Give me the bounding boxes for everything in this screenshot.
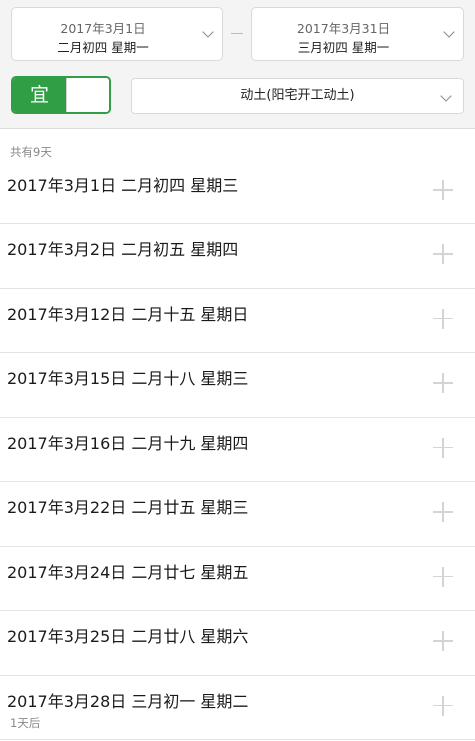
list-item[interactable]: 2017年3月12日 二月十五 星期日 xyxy=(0,289,475,353)
list-item[interactable]: 2017年3月24日 二月廿七 星期五 xyxy=(0,547,475,611)
result-list: 2017年3月1日 二月初四 星期三 2017年3月2日 二月初五 星期四 20… xyxy=(0,160,475,740)
chevron-down-icon xyxy=(443,26,455,38)
start-date-gregorian: 2017年3月1日 xyxy=(60,21,146,36)
end-date-picker[interactable]: 2017年3月31日 三月初四 星期一 xyxy=(251,7,464,61)
plus-icon[interactable] xyxy=(433,695,453,716)
list-item[interactable]: 2017年3月16日 二月十九 星期四 xyxy=(0,418,475,482)
list-item-date: 2017年3月24日 二月廿七 星期五 xyxy=(7,562,249,582)
toggle-label: 宜 xyxy=(13,78,66,112)
activity-value: 动土(阳宅开工动土) xyxy=(240,88,355,103)
list-item[interactable]: 2017年3月1日 二月初四 星期三 xyxy=(0,160,475,224)
list-item[interactable]: 2017年3月25日 二月廿八 星期六 xyxy=(0,611,475,676)
list-item-date: 2017年3月28日 三月初一 星期二 xyxy=(7,691,249,711)
start-date-lunar: 二月初四 星期一 xyxy=(57,40,149,55)
end-date-gregorian: 2017年3月31日 xyxy=(296,21,391,36)
end-date-lunar: 三月初四 星期一 xyxy=(297,40,390,55)
list-item[interactable]: 2017年3月22日 二月廿五 星期三 xyxy=(0,482,475,547)
toggle-knob xyxy=(66,78,109,112)
plus-icon[interactable] xyxy=(433,308,453,329)
yi-ji-toggle[interactable]: 宜 xyxy=(11,76,111,114)
list-item-date: 2017年3月22日 二月廿五 星期三 xyxy=(7,498,249,517)
chevron-down-icon xyxy=(202,26,214,38)
list-item-relative-day: 1天后 xyxy=(10,715,41,730)
list-item-date: 2017年3月16日 二月十九 星期四 xyxy=(7,433,249,453)
plus-icon[interactable] xyxy=(433,631,453,651)
list-item-date: 2017年3月1日 二月初四 星期三 xyxy=(7,176,239,195)
date-range-separator xyxy=(231,33,243,34)
list-item-date: 2017年3月2日 二月初五 星期四 xyxy=(7,240,239,259)
plus-icon[interactable] xyxy=(433,566,453,587)
activity-select[interactable]: 动土(阳宅开工动土) xyxy=(131,78,464,114)
plus-icon[interactable] xyxy=(433,502,453,522)
plus-icon[interactable] xyxy=(433,180,453,200)
list-item[interactable]: 2017年3月28日 三月初一 星期二 1天后 xyxy=(0,676,475,740)
list-item[interactable]: 2017年3月2日 二月初五 星期四 xyxy=(0,224,475,289)
list-item-date: 2017年3月15日 二月十八 星期三 xyxy=(7,369,249,388)
filter-panel: 2017年3月1日 二月初四 星期一 2017年3月31日 三月初四 星期一 宜… xyxy=(0,0,475,129)
list-item[interactable]: 2017年3月15日 二月十八 星期三 xyxy=(0,353,475,418)
plus-icon[interactable] xyxy=(433,244,453,264)
plus-icon[interactable] xyxy=(433,373,453,393)
start-date-picker[interactable]: 2017年3月1日 二月初四 星期一 xyxy=(11,7,223,61)
list-item-date: 2017年3月25日 二月廿八 星期六 xyxy=(7,627,249,646)
list-item-date: 2017年3月12日 二月十五 星期日 xyxy=(7,304,249,324)
result-count: 共有9天 xyxy=(10,145,52,159)
plus-icon[interactable] xyxy=(433,437,453,458)
